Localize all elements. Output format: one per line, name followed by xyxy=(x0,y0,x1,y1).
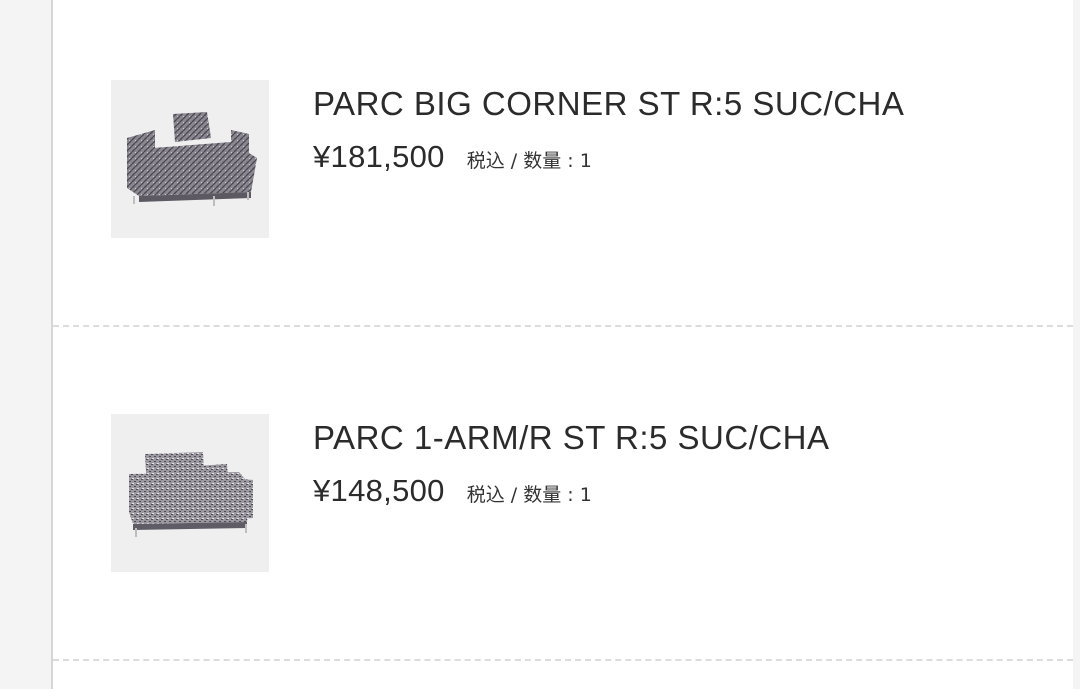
product-price: ¥148,500 xyxy=(313,473,445,508)
quantity-label: 数量 xyxy=(523,484,562,506)
tax-note: 税込 xyxy=(466,150,505,172)
quantity-label: 数量 xyxy=(523,150,562,172)
tax-quantity-note: 税込 / 数量 : 1 xyxy=(467,146,592,173)
product-name[interactable]: PARC BIG CORNER ST R:5 SUC/CHA xyxy=(313,84,904,124)
cart-item: PARC BIG CORNER ST R:5 SUC/CHA ¥181,500 … xyxy=(53,0,1073,328)
corner-sofa-image xyxy=(127,112,257,206)
dashed-divider xyxy=(53,325,1073,327)
right-edge xyxy=(1073,0,1080,689)
price-row: ¥181,500 税込 / 数量 : 1 xyxy=(313,139,904,175)
one-arm-sofa-image xyxy=(129,452,253,537)
product-thumbnail[interactable] xyxy=(111,414,269,572)
meta-separator: / xyxy=(504,484,524,506)
quantity-value: 1 xyxy=(579,484,592,506)
product-price: ¥181,500 xyxy=(313,139,445,174)
quantity-separator: : xyxy=(561,150,580,172)
product-thumbnail[interactable] xyxy=(111,80,269,238)
quantity-separator: : xyxy=(561,484,580,506)
left-gutter xyxy=(0,0,51,689)
product-info: PARC 1-ARM/R ST R:5 SUC/CHA ¥148,500 税込 … xyxy=(313,418,830,509)
dashed-divider xyxy=(53,659,1073,661)
cart-item-list: PARC BIG CORNER ST R:5 SUC/CHA ¥181,500 … xyxy=(53,0,1073,689)
product-info: PARC BIG CORNER ST R:5 SUC/CHA ¥181,500 … xyxy=(313,84,904,175)
price-row: ¥148,500 税込 / 数量 : 1 xyxy=(313,473,830,509)
meta-separator: / xyxy=(504,150,524,172)
tax-quantity-note: 税込 / 数量 : 1 xyxy=(467,480,592,507)
page: PARC BIG CORNER ST R:5 SUC/CHA ¥181,500 … xyxy=(0,0,1080,689)
tax-note: 税込 xyxy=(466,484,505,506)
cart-item: PARC 1-ARM/R ST R:5 SUC/CHA ¥148,500 税込 … xyxy=(53,332,1073,660)
quantity-value: 1 xyxy=(579,150,592,172)
product-name[interactable]: PARC 1-ARM/R ST R:5 SUC/CHA xyxy=(313,418,830,458)
